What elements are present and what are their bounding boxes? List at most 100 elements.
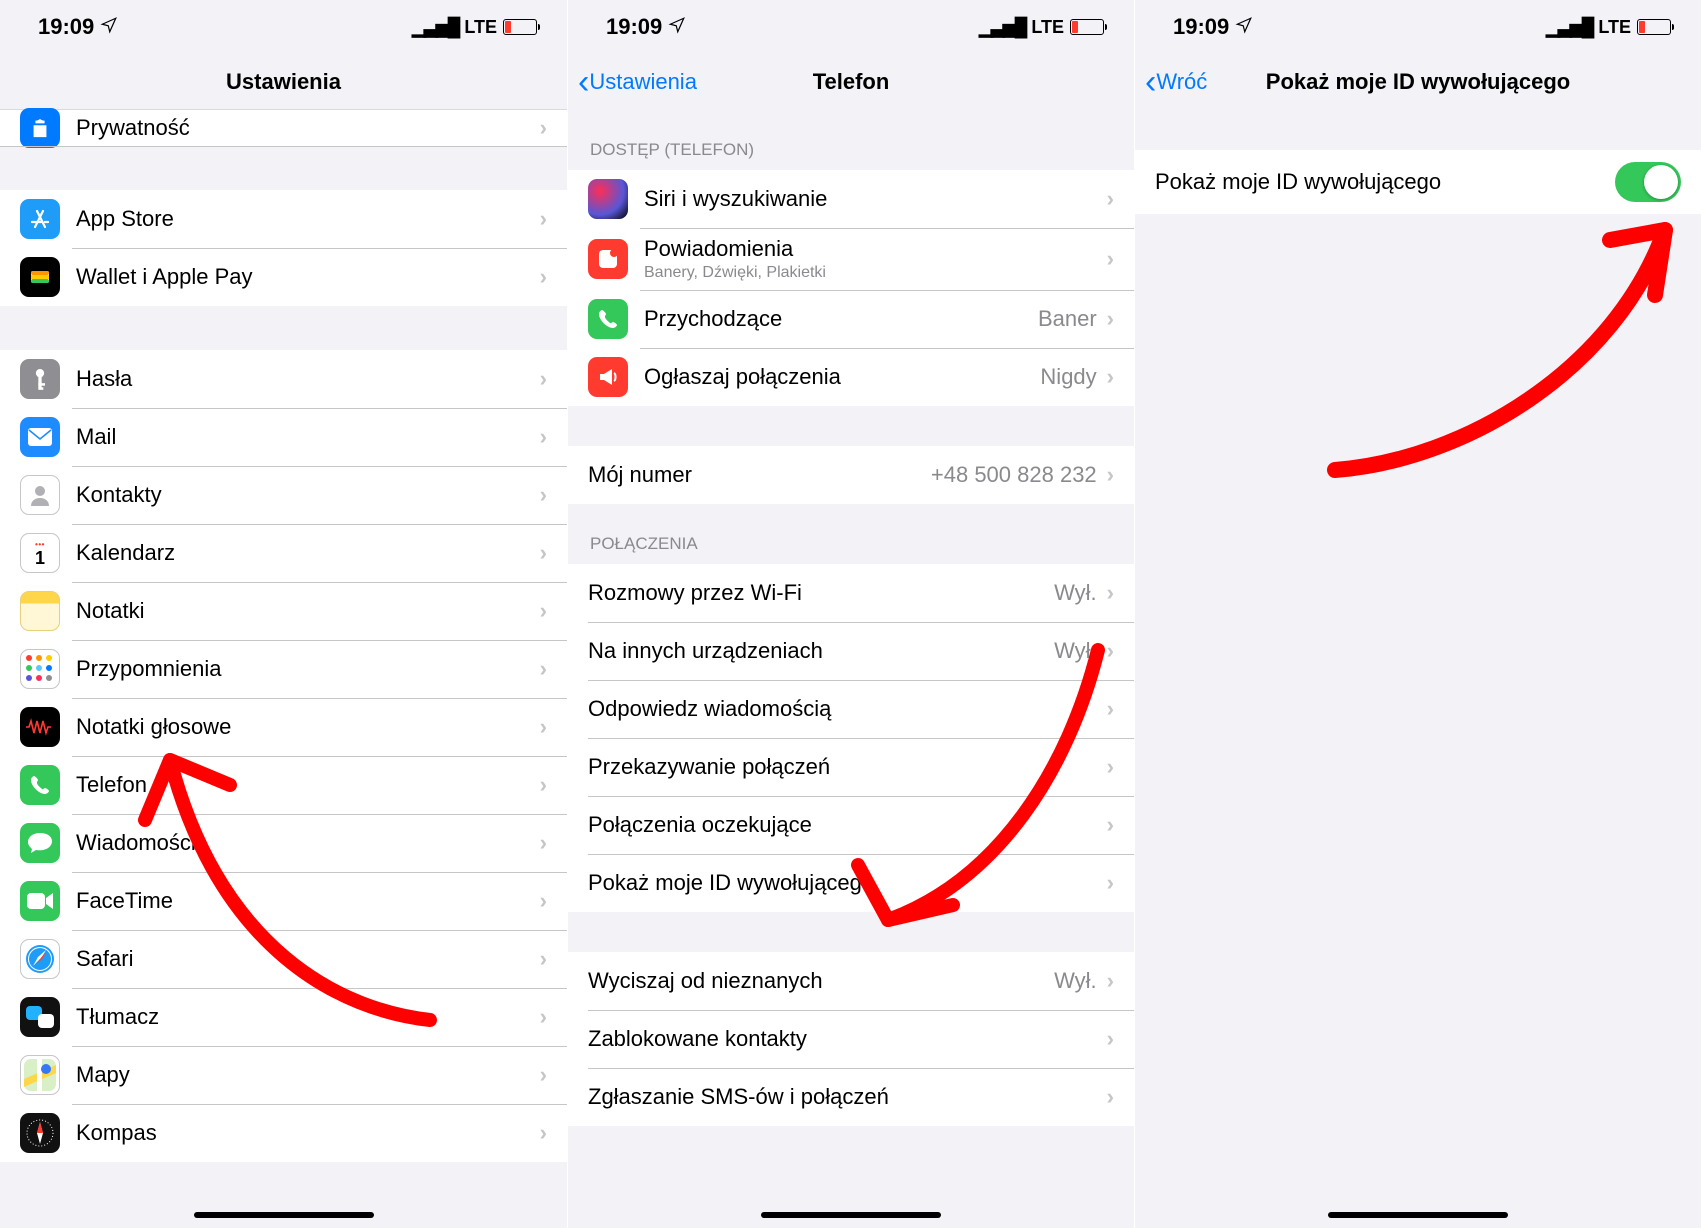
row-label: Notatki głosowe	[76, 714, 540, 740]
row-caller-id-toggle[interactable]: Pokaż moje ID wywołującego	[1135, 150, 1701, 214]
settings-row-passwords[interactable]: Hasła ›	[0, 350, 567, 408]
row-call-forwarding[interactable]: Przekazywanie połączeń ›	[568, 738, 1134, 796]
settings-row-privacy[interactable]: Prywatność ›	[0, 110, 567, 146]
row-other-devices[interactable]: Na innych urządzeniach Wył. ›	[568, 622, 1134, 680]
row-label: Przychodzące	[644, 306, 1038, 332]
chevron-right-icon: ›	[1107, 870, 1114, 896]
chevron-right-icon: ›	[1107, 580, 1114, 606]
status-time: 19:09	[606, 14, 662, 40]
chevron-right-icon: ›	[540, 598, 547, 624]
status-time: 19:09	[1173, 14, 1229, 40]
settings-row-safari[interactable]: Safari ›	[0, 930, 567, 988]
chevron-right-icon: ›	[540, 946, 547, 972]
settings-row-messages[interactable]: Wiadomości ›	[0, 814, 567, 872]
chevron-right-icon: ›	[540, 482, 547, 508]
compass-icon	[20, 1113, 60, 1153]
settings-row-mail[interactable]: Mail ›	[0, 408, 567, 466]
notes-icon	[20, 591, 60, 631]
row-label: Na innych urządzeniach	[588, 638, 1054, 664]
row-show-caller-id[interactable]: Pokaż moje ID wywołującego ›	[568, 854, 1134, 912]
settings-row-reminders[interactable]: Przypomnienia ›	[0, 640, 567, 698]
tail-group: Wyciszaj od nieznanych Wył. › Zablokowan…	[568, 952, 1134, 1126]
row-respond-text[interactable]: Odpowiedz wiadomością ›	[568, 680, 1134, 738]
settings-group-store: App Store › Wallet i Apple Pay ›	[0, 190, 567, 306]
chevron-left-icon: ‹	[578, 65, 589, 99]
caller-id-group: Pokaż moje ID wywołującego	[1135, 150, 1701, 214]
row-label: Przekazywanie połączeń	[588, 754, 1107, 780]
page-title: Pokaż moje ID wywołującego	[1266, 69, 1570, 95]
home-indicator[interactable]	[1328, 1212, 1508, 1218]
row-notifications[interactable]: Powiadomienia Banery, Dźwięki, Plakietki…	[568, 228, 1134, 290]
settings-row-compass[interactable]: Kompas ›	[0, 1104, 567, 1162]
translate-icon	[20, 997, 60, 1037]
siri-icon	[588, 179, 628, 219]
phone-access-group: Siri i wyszukiwanie › Powiadomienia Bane…	[568, 170, 1134, 406]
nav-bar: Ustawienia	[0, 54, 567, 110]
row-label: Zgłaszanie SMS-ów i połączeń	[588, 1084, 1107, 1110]
settings-row-wallet[interactable]: Wallet i Apple Pay ›	[0, 248, 567, 306]
status-time: 19:09	[38, 14, 94, 40]
chevron-right-icon: ›	[1107, 812, 1114, 838]
row-value: +48 500 828 232	[931, 462, 1097, 488]
settings-row-calendar[interactable]: •••1 Kalendarz ›	[0, 524, 567, 582]
toggle-switch[interactable]	[1615, 162, 1681, 202]
chevron-right-icon: ›	[1107, 246, 1114, 272]
home-indicator[interactable]	[761, 1212, 941, 1218]
my-number-group: Mój numer +48 500 828 232 ›	[568, 446, 1134, 504]
back-label: Ustawienia	[589, 69, 697, 95]
chevron-right-icon: ›	[1107, 364, 1114, 390]
settings-row-maps[interactable]: Mapy ›	[0, 1046, 567, 1104]
messages-icon	[20, 823, 60, 863]
chevron-right-icon: ›	[540, 1062, 547, 1088]
back-label: Wróć	[1156, 69, 1207, 95]
settings-row-translate[interactable]: Tłumacz ›	[0, 988, 567, 1046]
chevron-right-icon: ›	[540, 888, 547, 914]
row-value: Baner	[1038, 306, 1097, 332]
row-label: Telefon	[76, 772, 540, 798]
chevron-right-icon: ›	[540, 714, 547, 740]
row-silence-unknown[interactable]: Wyciszaj od nieznanych Wył. ›	[568, 952, 1134, 1010]
settings-row-appstore[interactable]: App Store ›	[0, 190, 567, 248]
settings-group-apps: Hasła › Mail › Kontakty › •••1 Kalendarz…	[0, 350, 567, 1162]
page-title: Telefon	[813, 69, 890, 95]
row-value: Wył.	[1054, 580, 1097, 606]
incoming-icon	[588, 299, 628, 339]
safari-icon	[20, 939, 60, 979]
status-left: 19:09	[1173, 14, 1253, 40]
screen-settings: 19:09 ▁▃▅█ LTE Ustawienia Prywatność › A…	[0, 0, 567, 1228]
row-sms-reporting[interactable]: Zgłaszanie SMS-ów i połączeń ›	[568, 1068, 1134, 1126]
chevron-right-icon: ›	[1107, 462, 1114, 488]
back-button[interactable]: ‹ Wróć	[1145, 54, 1207, 110]
row-label: App Store	[76, 206, 540, 232]
row-siri[interactable]: Siri i wyszukiwanie ›	[568, 170, 1134, 228]
screen-caller-id: 19:09 ▁▃▅█ LTE ‹ Wróć Pokaż moje ID wywo…	[1134, 0, 1701, 1228]
network-label: LTE	[1031, 17, 1064, 38]
passwords-icon	[20, 359, 60, 399]
row-call-waiting[interactable]: Połączenia oczekujące ›	[568, 796, 1134, 854]
back-button[interactable]: ‹ Ustawienia	[578, 54, 697, 110]
status-right: ▁▃▅█ LTE	[1546, 17, 1671, 38]
row-label-wrap: Powiadomienia Banery, Dźwięki, Plakietki	[644, 228, 1107, 290]
settings-row-facetime[interactable]: FaceTime ›	[0, 872, 567, 930]
row-incoming[interactable]: Przychodzące Baner ›	[568, 290, 1134, 348]
settings-row-voicememos[interactable]: Notatki głosowe ›	[0, 698, 567, 756]
row-blocked-contacts[interactable]: Zablokowane kontakty ›	[568, 1010, 1134, 1068]
status-left: 19:09	[38, 14, 118, 40]
signal-icon: ▁▃▅█	[1546, 17, 1592, 38]
home-indicator[interactable]	[194, 1212, 374, 1218]
row-my-number[interactable]: Mój numer +48 500 828 232 ›	[568, 446, 1134, 504]
row-announce[interactable]: Ogłaszaj połączenia Nigdy ›	[568, 348, 1134, 406]
settings-row-phone[interactable]: Telefon ›	[0, 756, 567, 814]
chevron-right-icon: ›	[540, 540, 547, 566]
row-label: Siri i wyszukiwanie	[644, 186, 1107, 212]
row-value: Wył.	[1054, 638, 1097, 664]
chevron-right-icon: ›	[540, 115, 547, 141]
settings-row-notes[interactable]: Notatki ›	[0, 582, 567, 640]
row-wifi-calling[interactable]: Rozmowy przez Wi-Fi Wył. ›	[568, 564, 1134, 622]
nav-bar: ‹ Ustawienia Telefon	[568, 54, 1134, 110]
location-icon	[668, 14, 686, 40]
settings-row-contacts[interactable]: Kontakty ›	[0, 466, 567, 524]
row-label: FaceTime	[76, 888, 540, 914]
row-label: Notatki	[76, 598, 540, 624]
facetime-icon	[20, 881, 60, 921]
